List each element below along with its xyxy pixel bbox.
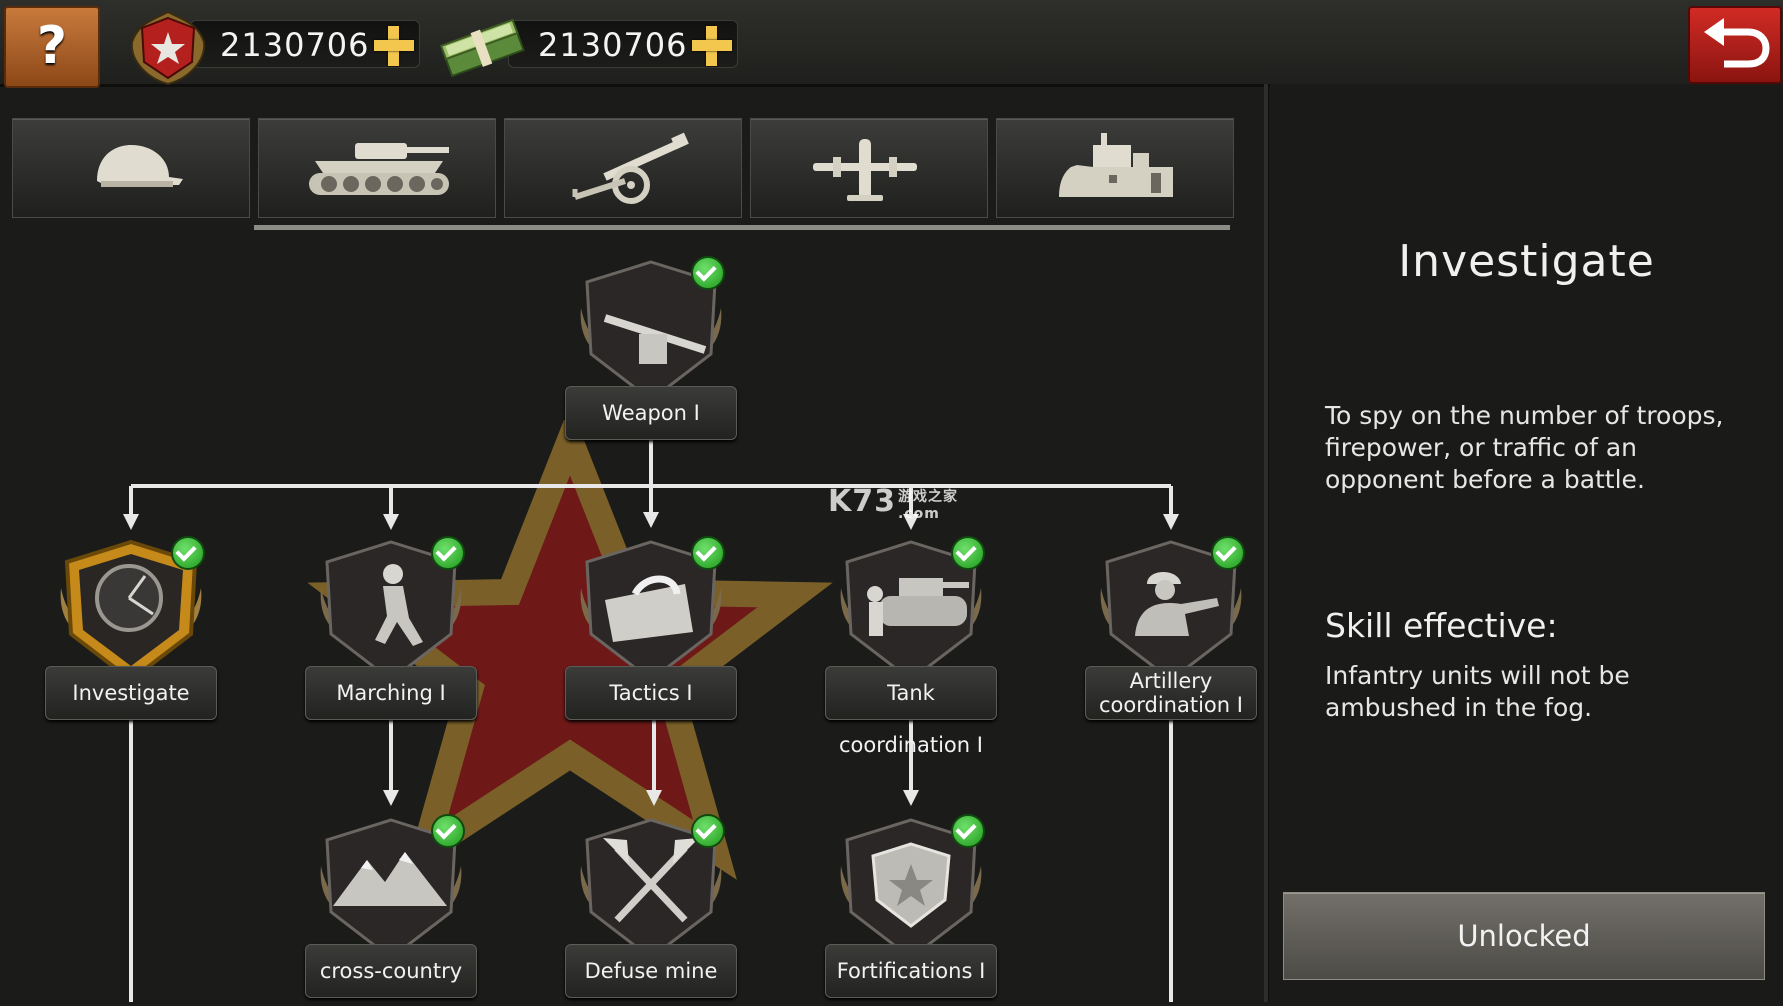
skill-label-line2: coordination Ⅰ xyxy=(1099,693,1243,717)
skill-detail-description: To spy on the number of troops, firepowe… xyxy=(1325,401,1724,494)
unlocked-status-button[interactable]: Unlocked xyxy=(1283,892,1765,980)
skill-node-cross-country[interactable]: cross-country xyxy=(305,814,477,1006)
skill-node-tank-coordination[interactable]: Tank coordination Ⅰ xyxy=(825,536,997,757)
unlocked-check-icon xyxy=(951,814,985,848)
unlocked-check-icon xyxy=(691,814,725,848)
skill-label: Investigate xyxy=(45,666,217,720)
skill-node-defuse-mine[interactable]: Defuse mine xyxy=(565,814,737,1006)
watermark-sub2: .com xyxy=(898,506,940,522)
skill-node-tactics[interactable]: Tactics Ⅰ xyxy=(565,536,737,728)
skill-effect-heading: Skill effective: xyxy=(1325,606,1558,645)
watermark: K73 游戏之家 .com xyxy=(828,484,957,522)
skill-node-fortifications[interactable]: Fortifications Ⅰ xyxy=(825,814,997,1006)
watermark-main: K73 xyxy=(828,484,896,519)
skill-detail-panel xyxy=(1270,84,1783,1002)
skill-node-marching[interactable]: Marching Ⅰ xyxy=(305,536,477,728)
skill-label: Defuse mine xyxy=(565,944,737,998)
unlocked-check-icon xyxy=(431,814,465,848)
skill-node-artillery-coordination[interactable]: Artillery coordination Ⅰ xyxy=(1085,536,1257,728)
unlocked-check-icon xyxy=(691,536,725,570)
skill-label: Artillery coordination Ⅰ xyxy=(1085,666,1257,720)
unlocked-check-icon xyxy=(951,536,985,570)
skill-label: cross-country xyxy=(305,944,477,998)
skill-label: Fortifications Ⅰ xyxy=(825,944,997,998)
panel-divider xyxy=(1264,84,1268,1002)
skill-label: Tactics Ⅰ xyxy=(565,666,737,720)
skill-detail-title: Investigate xyxy=(1398,236,1655,287)
skill-node-weapon[interactable]: Weapon Ⅰ xyxy=(565,256,737,448)
skill-effect-text: Infantry units will not be ambushed in t… xyxy=(1325,661,1630,722)
unlocked-check-icon xyxy=(691,256,725,290)
back-arrow-icon xyxy=(1704,18,1770,68)
skill-label-line1: Artillery xyxy=(1129,669,1213,693)
skill-label: Weapon Ⅰ xyxy=(565,386,737,440)
unlocked-check-icon xyxy=(171,536,205,570)
unlocked-check-icon xyxy=(1211,536,1245,570)
back-button[interactable] xyxy=(1688,6,1782,84)
watermark-sub: 游戏之家 .com xyxy=(898,486,968,522)
skill-node-investigate[interactable]: Investigate xyxy=(45,536,217,728)
skill-label: Tank coordination Ⅰ xyxy=(825,666,997,757)
unlocked-check-icon xyxy=(431,536,465,570)
watermark-sub1: 游戏之家 xyxy=(898,489,958,505)
skill-label: Marching Ⅰ xyxy=(305,666,477,720)
